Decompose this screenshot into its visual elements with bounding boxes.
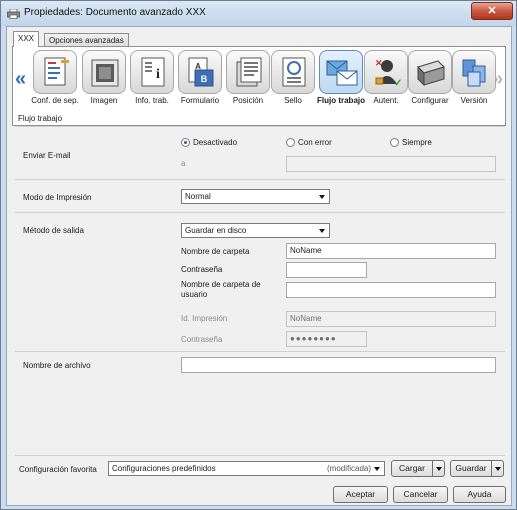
svg-text:B: B [201, 74, 208, 84]
svg-text:✓: ✓ [394, 78, 402, 88]
radio-disabled-label[interactable]: Desactivado [193, 138, 237, 147]
save-button[interactable]: Guardar [450, 460, 504, 477]
dialog-body: XXX Opciones avanzadas « » Conf. de sep.… [6, 26, 512, 506]
password-label: Contraseña [181, 265, 223, 274]
window-title: Propiedades: Documento avanzado XXX [24, 7, 206, 18]
divider [15, 455, 505, 456]
folder-name-field[interactable]: NoName [286, 243, 496, 259]
output-method-select[interactable]: Guardar en disco [181, 223, 330, 238]
icon-frame [82, 50, 126, 94]
close-button[interactable]: ✕ [471, 2, 513, 20]
send-email-label: Enviar E-mail [23, 151, 71, 160]
icon-frame [33, 50, 77, 94]
chevron-down-icon [319, 229, 325, 233]
password-field[interactable] [286, 262, 367, 278]
icon-frame [319, 50, 363, 94]
radio-always-label[interactable]: Siempre [402, 138, 432, 147]
position-icon [236, 57, 262, 87]
file-name-field[interactable] [181, 357, 496, 373]
tab-advanced-options[interactable]: Opciones avanzadas [44, 33, 129, 47]
icon-frame [408, 50, 452, 94]
ribbon-item-form[interactable]: A B Formulario [176, 50, 224, 108]
help-button-label: Ayuda [467, 489, 492, 499]
output-method-value: Guardar en disco [185, 226, 247, 235]
form-icon: A B [188, 57, 214, 87]
print-mode-select[interactable]: Normal [181, 189, 330, 204]
job-info-icon: i [141, 57, 165, 87]
favorite-settings-label: Configuración favorita [19, 465, 97, 474]
file-name-label: Nombre de archivo [23, 361, 91, 370]
ribbon-item-separator-settings[interactable]: Conf. de sep. [31, 50, 79, 108]
divider [15, 351, 505, 352]
help-button[interactable]: Ayuda [453, 486, 506, 503]
user-folder-field[interactable] [286, 282, 496, 298]
load-button-label: Cargar [399, 463, 425, 473]
cancel-button[interactable]: Cancelar [393, 486, 448, 503]
close-icon: ✕ [487, 5, 497, 17]
email-to-field[interactable] [286, 156, 496, 172]
svg-text:i: i [156, 67, 160, 82]
properties-window: Propiedades: Documento avanzado XXX ✕ XX… [0, 0, 517, 510]
configure-icon [417, 60, 445, 87]
favorite-settings-select[interactable]: Configuraciones predefinidos (modificada… [108, 461, 385, 476]
icon-frame [452, 50, 496, 94]
icon-frame: i [130, 50, 174, 94]
icon-frame: ✕ ✓ [364, 50, 408, 94]
image-icon [91, 59, 119, 87]
version-icon [462, 59, 486, 87]
print-mode-value: Normal [185, 192, 211, 201]
tab-xxx[interactable]: XXX [13, 31, 40, 47]
radio-on-error-label[interactable]: Con error [298, 138, 332, 147]
tab-label: XXX [18, 34, 35, 43]
workflow-icon [326, 60, 358, 86]
user-folder-label: Nombre de carpeta de usuario [181, 280, 261, 299]
email-to-label: a [181, 159, 186, 168]
radio-always[interactable] [390, 138, 399, 147]
print-password-label: Contraseña [181, 335, 223, 344]
divider [15, 212, 505, 213]
scroll-left-icon[interactable]: « [15, 69, 26, 89]
ribbon-panel: « » Conf. de sep. Imagen i Info. trab. A… [12, 46, 506, 126]
output-method-label: Método de salida [23, 226, 84, 235]
save-button-label: Guardar [455, 463, 487, 473]
chevron-down-icon [374, 467, 380, 471]
ribbon-item-stamp[interactable]: Sello [269, 50, 317, 108]
favorite-status: (modificada) [327, 464, 372, 473]
ribbon-item-version[interactable]: Versión [450, 50, 498, 108]
ribbon-item-image[interactable]: Imagen [80, 50, 128, 108]
icon-frame [226, 50, 270, 94]
chevron-down-icon [319, 195, 325, 199]
radio-on-error[interactable] [286, 138, 295, 147]
chevron-down-icon[interactable] [491, 461, 503, 476]
divider [15, 126, 505, 127]
icon-frame [271, 50, 315, 94]
tab-label: Opciones avanzadas [49, 36, 124, 45]
icon-frame: A B [178, 50, 222, 94]
divider [15, 179, 505, 180]
cancel-button-label: Cancelar [403, 489, 438, 499]
chevron-down-icon[interactable] [432, 461, 444, 476]
ribbon-item-job-info[interactable]: i Info. trab. [128, 50, 176, 108]
radio-disabled[interactable] [181, 138, 190, 147]
svg-text:✕: ✕ [375, 58, 383, 68]
ok-button-label: Aceptar [345, 489, 376, 499]
print-id-label: Id. Impresión [181, 314, 228, 323]
print-id-field[interactable]: NoName [286, 311, 496, 327]
ok-button[interactable]: Aceptar [333, 486, 388, 503]
load-button[interactable]: Cargar [391, 460, 445, 477]
separator-settings-icon [44, 57, 69, 86]
folder-name-label: Nombre de carpeta [181, 247, 250, 256]
ribbon-item-label: Versión [460, 96, 488, 105]
title-bar[interactable]: Propiedades: Documento avanzado XXX ✕ [1, 1, 516, 26]
printer-icon [7, 9, 20, 19]
panel-title: Flujo trabajo [18, 114, 63, 123]
favorite-settings-value: Configuraciones predefinidos [112, 464, 216, 473]
print-password-field[interactable]: ●●●●●●●● [286, 331, 367, 347]
authentication-icon: ✕ ✓ [375, 58, 402, 88]
print-mode-label: Modo de Impresión [23, 193, 92, 202]
stamp-icon [282, 57, 306, 87]
